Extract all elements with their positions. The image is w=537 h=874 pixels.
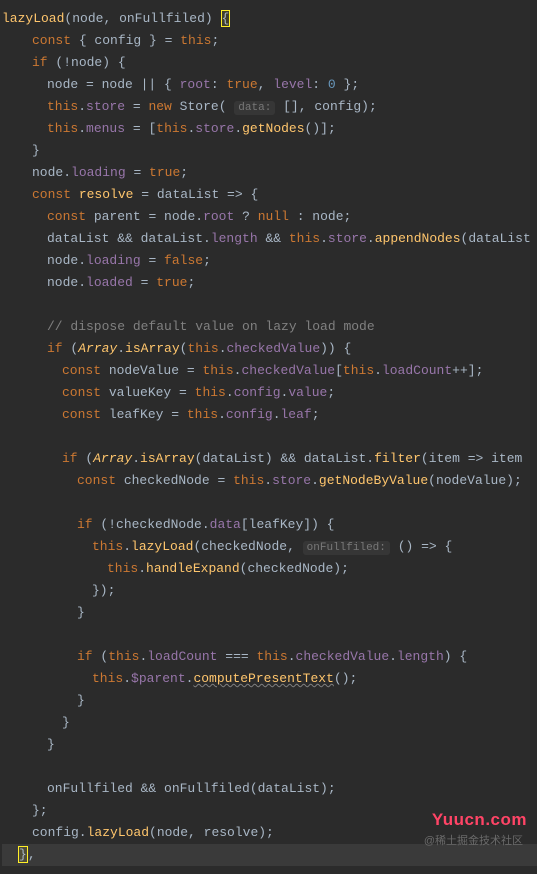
code-line: const resolve = dataList => { [2,184,537,206]
code-line: dataList && dataList.length && this.stor… [2,228,537,250]
code-line: // dispose default value on lazy load mo… [2,316,537,338]
code-line: lazyLoad(node, onFullfiled) { [2,8,537,30]
code-line: } [2,712,537,734]
code-line [2,426,537,448]
code-line [2,492,537,514]
code-line: this.store = new Store( data: [], config… [2,96,537,118]
code-line: }); [2,580,537,602]
code-line: this.handleExpand(checkedNode); [2,558,537,580]
code-line: const leafKey = this.config.leaf; [2,404,537,426]
code-line: node.loading = false; [2,250,537,272]
code-line: node.loaded = true; [2,272,537,294]
community-watermark: @稀土掘金技术社区 [424,830,523,852]
code-line: const parent = node.root ? null : node; [2,206,537,228]
code-line [2,624,537,646]
code-line: } [2,140,537,162]
code-line: if (this.loadCount === this.checkedValue… [2,646,537,668]
code-line: const { config } = this; [2,30,537,52]
code-line: onFullfiled && onFullfiled(dataList); [2,778,537,800]
code-editor[interactable]: lazyLoad(node, onFullfiled) { const { co… [0,0,537,874]
code-line: const valueKey = this.config.value; [2,382,537,404]
code-line: } [2,690,537,712]
code-line: if (!checkedNode.data[leafKey]) { [2,514,537,536]
code-line: const nodeValue = this.checkedValue[this… [2,360,537,382]
code-line: this.lazyLoad(checkedNode, onFullfiled: … [2,536,537,558]
code-line: } [2,734,537,756]
code-line [2,294,537,316]
code-line: this.menus = [this.store.getNodes()]; [2,118,537,140]
code-line: if (!node) { [2,52,537,74]
code-line: if (Array.isArray(dataList) && dataList.… [2,448,537,470]
code-line [2,756,537,778]
code-line: node.loading = true; [2,162,537,184]
brand-watermark: Yuucn.com [432,809,527,831]
code-line: } [2,602,537,624]
code-line: if (Array.isArray(this.checkedValue)) { [2,338,537,360]
code-line: const checkedNode = this.store.getNodeBy… [2,470,537,492]
code-line: this.$parent.computePresentText(); [2,668,537,690]
code-line: node = node || { root: true, level: 0 }; [2,74,537,96]
